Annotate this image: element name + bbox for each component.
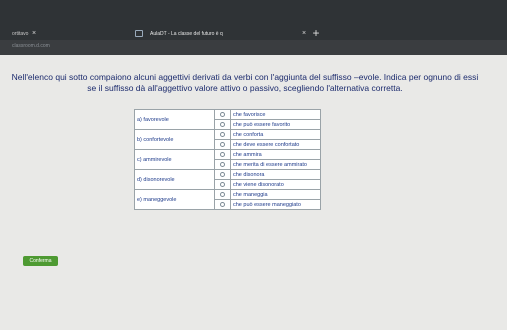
browser-tab-bar: ortitavo × × AulaDT - La classe del futu… — [0, 0, 507, 40]
adjective-label: d) disonorevole — [134, 169, 215, 190]
browser-tab-active[interactable]: AulaDT - La classe del futuro è q — [150, 28, 330, 40]
table-row: b) confortevole che conforta — [134, 129, 321, 150]
tab-title: AulaDT - La classe del futuro è q — [150, 31, 223, 37]
tab-favicon-icon — [135, 30, 143, 37]
option-radio[interactable] — [220, 141, 225, 147]
option-radio[interactable] — [220, 111, 225, 117]
new-tab-icon[interactable]: + — [310, 27, 322, 39]
answer-table: a) favorevole che favorisce che può esse… — [134, 109, 321, 210]
confirm-button[interactable]: Conferma — [23, 256, 58, 266]
option-radio[interactable] — [220, 181, 225, 187]
tab-title: ortitavo — [12, 31, 29, 37]
option-text: che viene disonorato — [230, 179, 321, 190]
option-text: che disonora — [230, 169, 321, 180]
option-text: che merita di essere ammirato — [230, 159, 321, 170]
address-bar[interactable]: classroom.d.com — [0, 40, 507, 55]
url-text: classroom.d.com — [12, 43, 50, 49]
option-radio[interactable] — [220, 191, 225, 197]
option-radio[interactable] — [220, 201, 225, 207]
adjective-label: b) confortevole — [134, 129, 215, 150]
option-text: che maneggia — [230, 189, 321, 200]
adjective-label: c) ammirevole — [134, 149, 215, 170]
option-text: che può essere maneggiato — [230, 199, 321, 210]
exercise-instruction: Nell'elenco qui sotto compaiono alcuni a… — [11, 72, 479, 93]
table-row: e) maneggevole che maneggia — [134, 189, 321, 210]
table-row: d) disonorevole che disonora — [134, 169, 321, 190]
option-radio[interactable] — [220, 131, 225, 137]
option-text: che ammira — [230, 149, 321, 160]
table-row: a) favorevole che favorisce — [134, 109, 321, 130]
option-radio[interactable] — [220, 121, 225, 127]
table-row: c) ammirevole che ammira — [134, 149, 321, 170]
option-text: che può essere favorito — [230, 119, 321, 130]
option-text: che conforta — [230, 129, 321, 140]
close-tab-icon[interactable]: × — [30, 30, 38, 38]
adjective-label: a) favorevole — [134, 109, 215, 130]
option-radio[interactable] — [220, 151, 225, 157]
option-radio[interactable] — [220, 161, 225, 167]
option-radio[interactable] — [220, 171, 225, 177]
adjective-label: e) maneggevole — [134, 189, 215, 210]
exercise-page: Nell'elenco qui sotto compaiono alcuni a… — [0, 55, 507, 330]
option-text: che deve essere confortato — [230, 139, 321, 150]
option-text: che favorisce — [230, 109, 321, 120]
